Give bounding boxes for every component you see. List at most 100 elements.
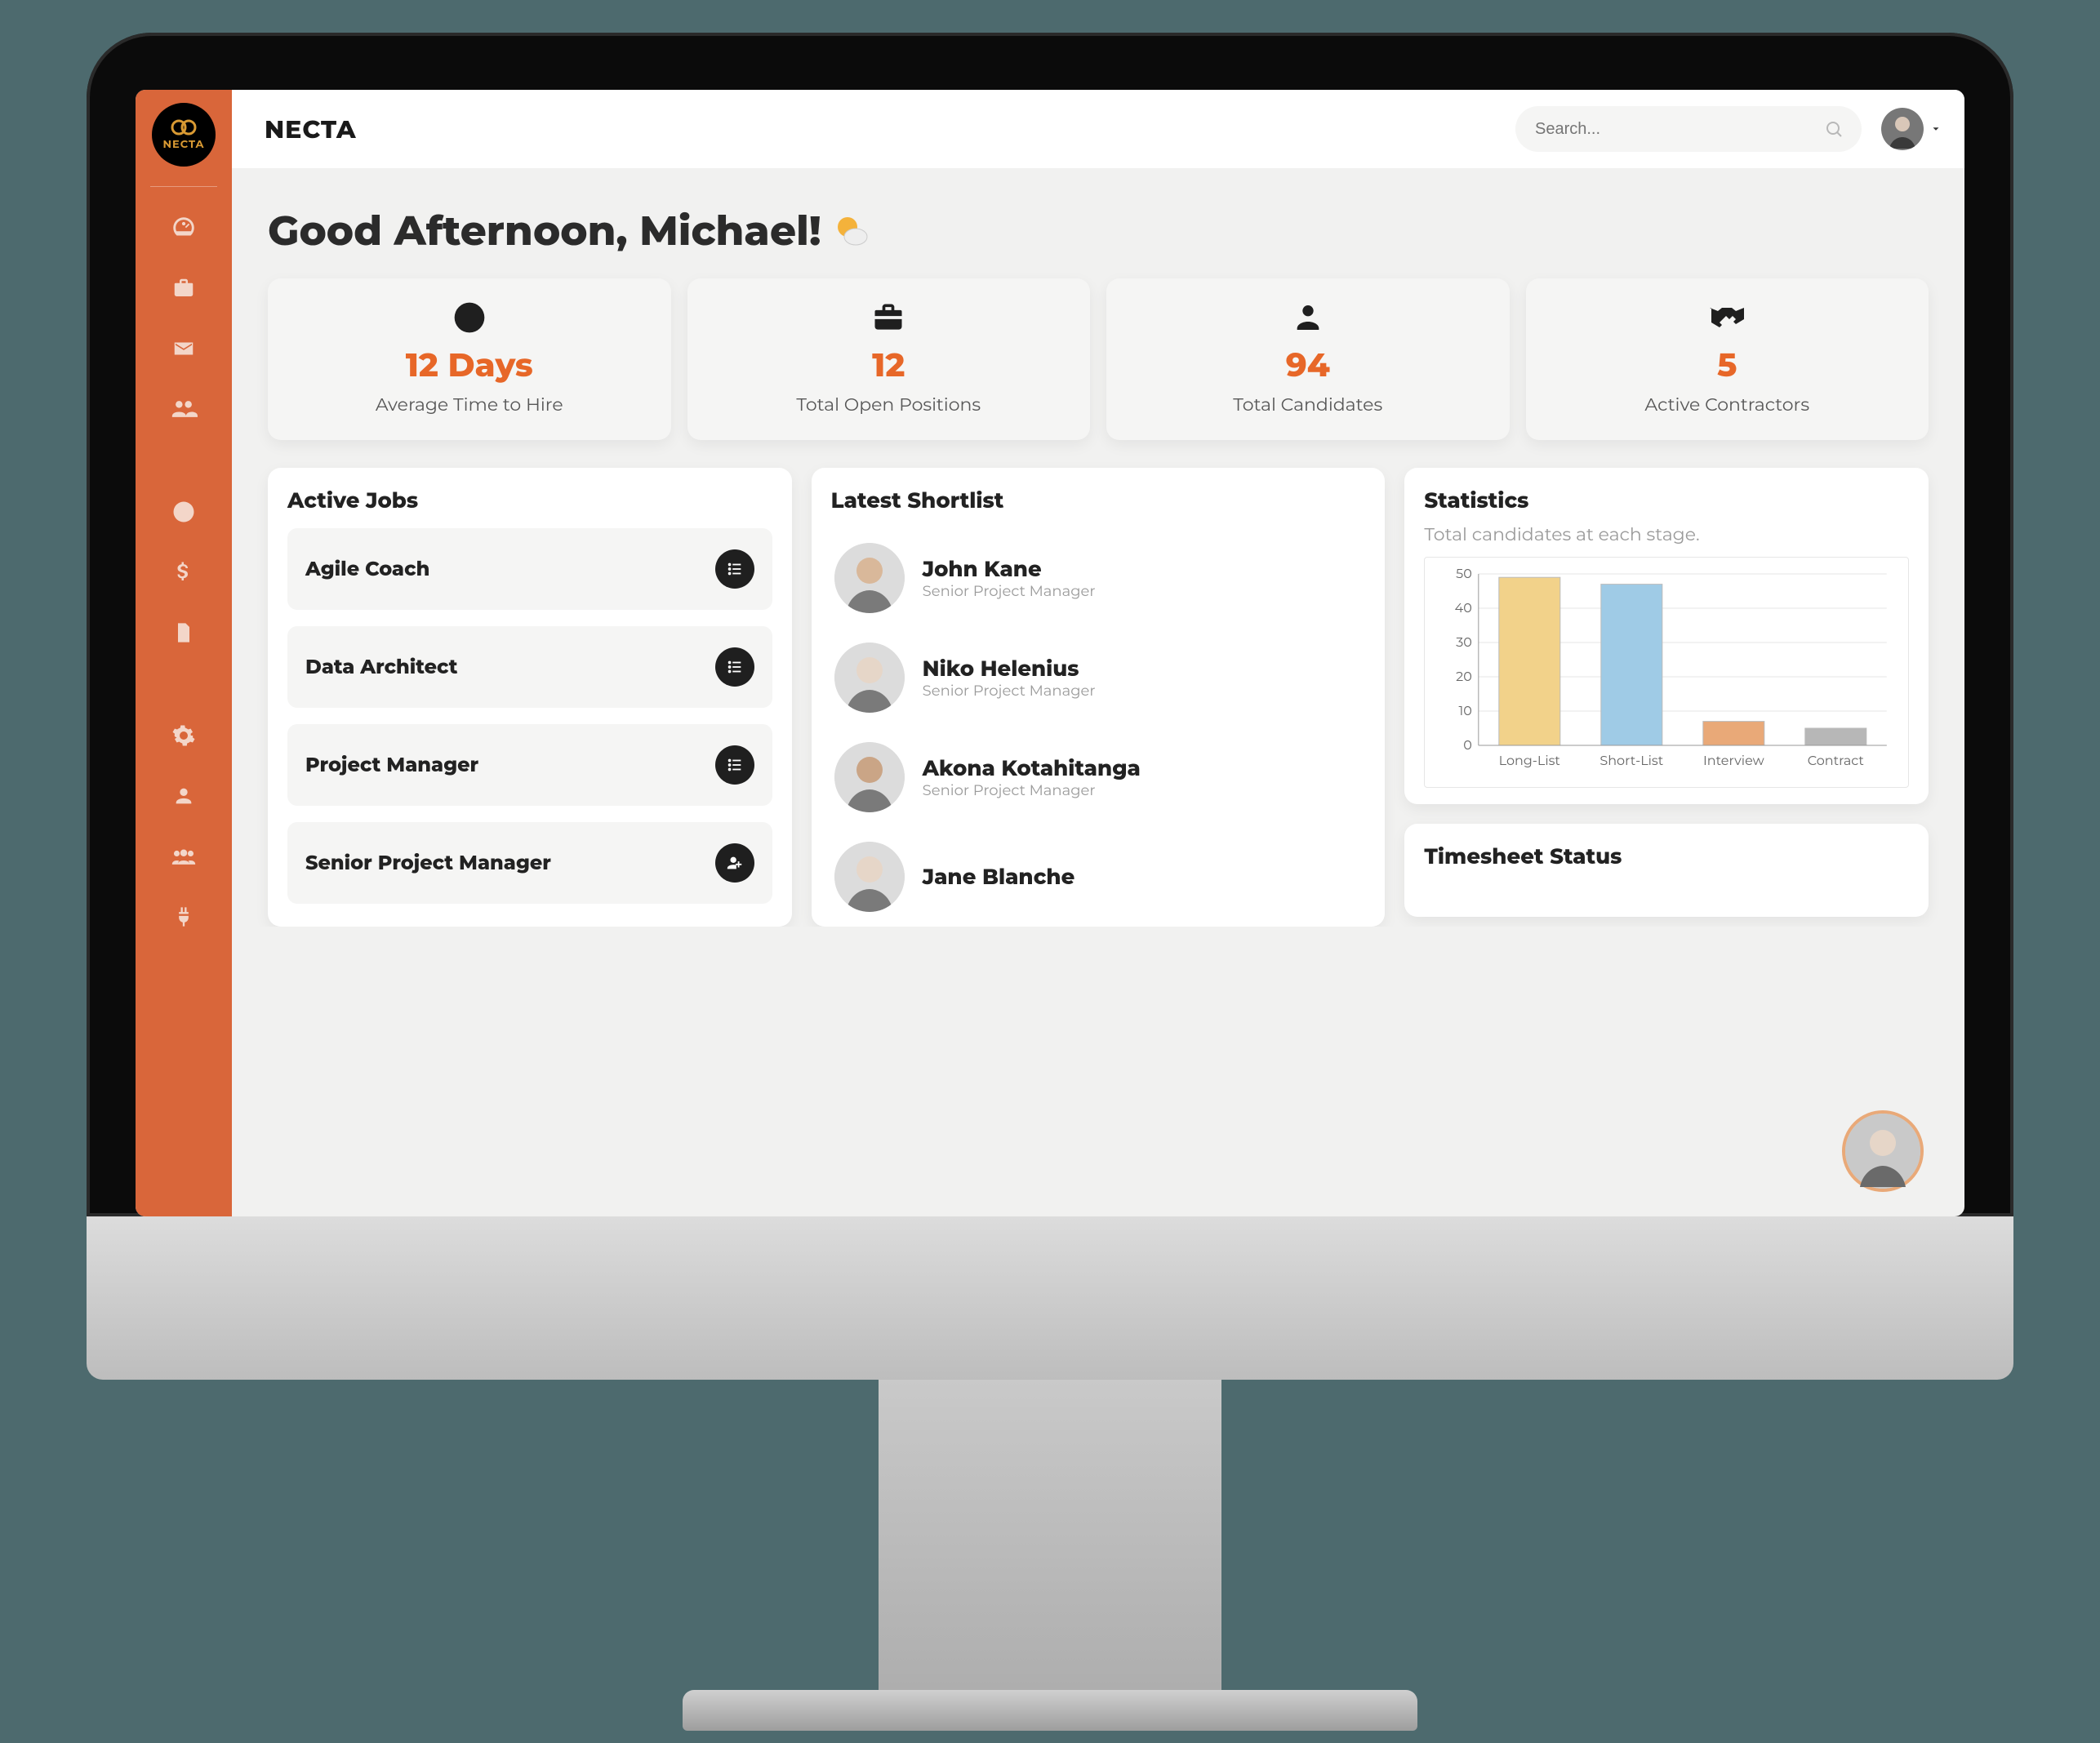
candidate-name: John Kane <box>923 556 1096 582</box>
avatar <box>1881 108 1924 150</box>
assistant-avatar[interactable] <box>1842 1110 1924 1192</box>
sidebar-item-jobs[interactable] <box>136 260 232 316</box>
sidebar-item-dashboard[interactable] <box>136 200 232 256</box>
topbar: NECTA <box>232 90 1964 168</box>
kpi-label: Active Contractors <box>1644 394 1809 416</box>
svg-text:Long-List: Long-List <box>1499 754 1561 769</box>
logo-rings-icon <box>170 118 198 136</box>
brand-wordmark: NECTA <box>265 114 357 145</box>
chevron-down-icon <box>1930 123 1942 135</box>
kpi-value: 12 Days <box>406 345 533 385</box>
columns: Active Jobs Agile Coach Data Architect P… <box>268 468 1929 927</box>
kpi-open-positions[interactable]: 12 Total Open Positions <box>687 278 1091 440</box>
svg-text:40: 40 <box>1455 601 1472 616</box>
sidebar-item-integrations[interactable] <box>136 889 232 945</box>
bar <box>1805 728 1866 745</box>
job-title: Data Architect <box>305 656 457 679</box>
svg-text:Interview: Interview <box>1703 754 1764 769</box>
job-row[interactable]: Data Architect <box>287 626 772 708</box>
kpi-time-to-hire[interactable]: 12 Days Average Time to Hire <box>268 278 671 440</box>
kpi-value: 5 <box>1717 345 1737 385</box>
candidate-name: Akona Kotahitanga <box>923 755 1141 781</box>
kpi-label: Total Open Positions <box>796 394 981 416</box>
sidebar-item-messages[interactable] <box>136 321 232 376</box>
kpi-row: 12 Days Average Time to Hire 12 Total Op… <box>268 278 1929 440</box>
kpi-active-contractors[interactable]: 5 Active Contractors <box>1526 278 1929 440</box>
shortlist-item[interactable]: Niko Helenius Senior Project Manager <box>831 628 1366 727</box>
shortlist-item[interactable]: John Kane Senior Project Manager <box>831 528 1366 628</box>
main-area: NECTA <box>232 90 1964 1216</box>
svg-text:50: 50 <box>1457 567 1473 582</box>
kpi-value: 12 <box>872 345 905 385</box>
candidate-avatar <box>834 842 905 912</box>
search-icon <box>1824 119 1844 139</box>
sidebar-item-settings[interactable] <box>136 708 232 763</box>
dashboard-icon <box>170 214 198 242</box>
active-jobs-heading: Active Jobs <box>287 487 772 514</box>
brand-logo[interactable]: NECTA <box>152 103 216 167</box>
content: Good Afternoon, Michael! 12 Days Average… <box>232 168 1964 927</box>
search-box[interactable] <box>1515 106 1862 152</box>
svg-text:Contract: Contract <box>1808 754 1865 769</box>
plug-icon <box>172 905 195 928</box>
svg-text:10: 10 <box>1459 704 1472 719</box>
shortlist-list: John Kane Senior Project Manager Niko He… <box>831 528 1366 927</box>
file-icon <box>172 621 195 644</box>
gear-icon <box>171 723 196 748</box>
list-icon[interactable] <box>715 647 754 687</box>
sidebar-item-team[interactable] <box>136 829 232 884</box>
greeting-text: Good Afternoon, Michael! <box>268 206 821 256</box>
envelope-icon <box>171 336 196 361</box>
statistics-chart: 01020304050Long-ListShort-ListInterviewC… <box>1424 557 1909 788</box>
kpi-value: 94 <box>1286 345 1330 385</box>
sidebar-item-documents[interactable] <box>136 605 232 660</box>
bar <box>1601 585 1662 745</box>
sidebar-item-billing[interactable] <box>136 545 232 600</box>
list-icon[interactable] <box>715 745 754 785</box>
timesheet-status-card: Timesheet Status <box>1404 824 1929 917</box>
sidebar: NECTA <box>136 90 232 1216</box>
brand-chip-text: NECTA <box>162 138 204 151</box>
bar <box>1703 722 1764 745</box>
job-title: Project Manager <box>305 754 478 777</box>
sidebar-item-profile[interactable] <box>136 768 232 824</box>
candidate-role: Senior Project Manager <box>923 582 1096 600</box>
shortlist-item[interactable]: Akona Kotahitanga Senior Project Manager <box>831 727 1366 827</box>
user-menu[interactable] <box>1881 108 1942 150</box>
candidate-role: Senior Project Manager <box>923 682 1096 700</box>
statistics-card: Statistics Total candidates at each stag… <box>1404 468 1929 804</box>
dollar-icon <box>171 560 196 585</box>
greeting: Good Afternoon, Michael! <box>268 206 1929 256</box>
clock-icon <box>452 300 487 336</box>
sidebar-item-candidates[interactable] <box>136 381 232 437</box>
user-add-icon[interactable] <box>715 843 754 883</box>
job-title: Senior Project Manager <box>305 851 551 875</box>
active-jobs-card: Active Jobs Agile Coach Data Architect P… <box>268 468 792 927</box>
handshake-icon <box>1705 301 1749 334</box>
person-icon <box>1292 301 1324 334</box>
list-icon[interactable] <box>715 549 754 589</box>
candidate-avatar <box>834 543 905 613</box>
search-input[interactable] <box>1533 119 1824 140</box>
shortlist-heading: Latest Shortlist <box>831 487 1366 514</box>
sidebar-item-timesheets[interactable] <box>136 484 232 540</box>
job-title: Agile Coach <box>305 558 429 581</box>
app-root: NECTA <box>136 90 1964 1216</box>
clock-icon <box>171 500 196 524</box>
candidate-name: Niko Helenius <box>923 656 1096 682</box>
sun-cloud-icon <box>833 212 870 250</box>
briefcase-icon <box>171 276 196 300</box>
shortlist-item[interactable]: Jane Blanche <box>831 827 1366 927</box>
job-row[interactable]: Agile Coach <box>287 528 772 610</box>
sidebar-divider <box>150 186 218 187</box>
job-row[interactable]: Project Manager <box>287 724 772 806</box>
candidate-avatar <box>834 643 905 713</box>
candidate-name: Jane Blanche <box>923 864 1075 890</box>
svg-text:0: 0 <box>1464 738 1473 754</box>
kpi-label: Total Candidates <box>1233 394 1382 416</box>
shortlist-card: Latest Shortlist John Kane Senior Projec… <box>812 468 1386 927</box>
briefcase-icon <box>870 300 906 336</box>
job-row[interactable]: Senior Project Manager <box>287 822 772 904</box>
kpi-total-candidates[interactable]: 94 Total Candidates <box>1106 278 1510 440</box>
timesheet-heading: Timesheet Status <box>1424 843 1909 869</box>
